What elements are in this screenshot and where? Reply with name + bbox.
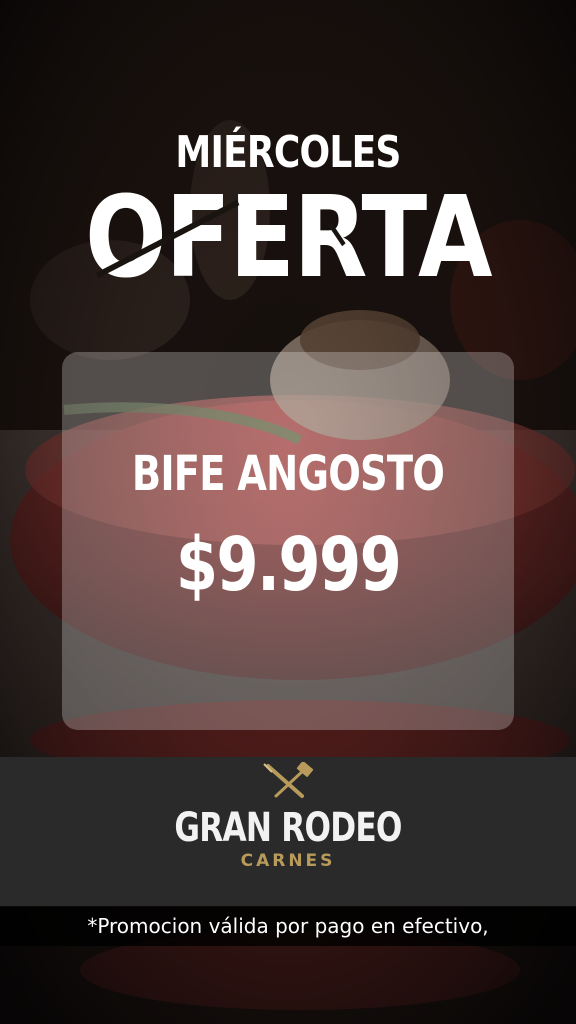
brand-name: GRAN RODEO [174, 805, 402, 851]
product-name: BIFE ANGOSTO [131, 446, 445, 502]
product-price: $9.999 [175, 522, 402, 608]
brand-subtitle: CARNES [240, 851, 336, 871]
offer-title-text: OFERTA [85, 173, 492, 303]
day-label: MIÉRCOLES [175, 127, 401, 178]
crossed-knife-cleaver-icon [263, 762, 314, 798]
promo-note: *Promocion válida por pago en efectivo, [0, 906, 576, 946]
headline: MIÉRCOLES OFERTA [0, 127, 576, 295]
offer-title: OFERTA [85, 182, 492, 294]
